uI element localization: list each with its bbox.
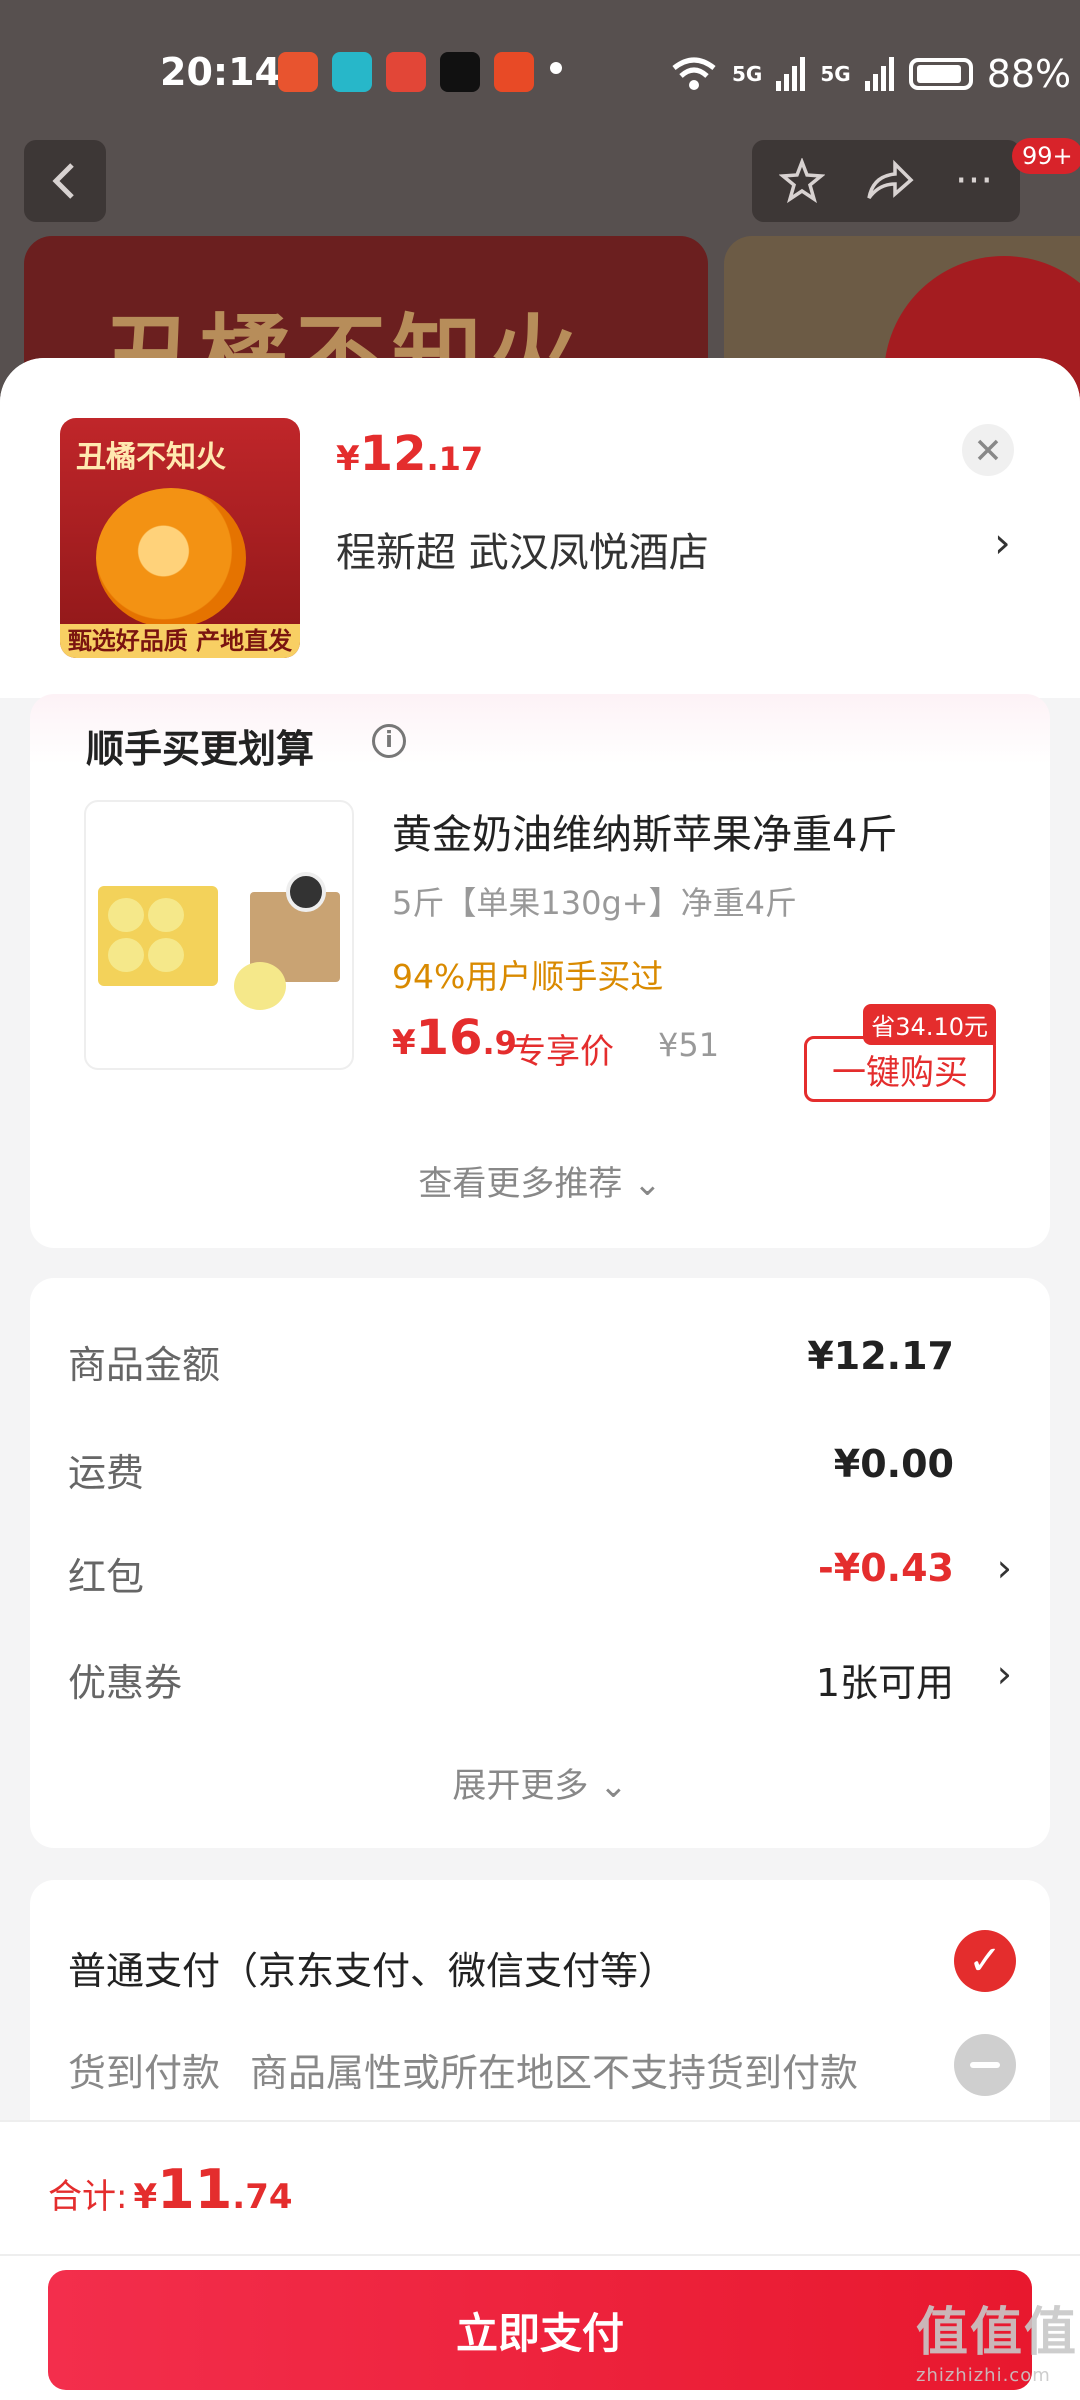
order-header: 丑橘不知火 甄选好品质 产地直发 ¥12.17 程新超 武汉凤悦酒店 ›	[0, 358, 1080, 698]
apple	[108, 898, 144, 932]
app-notification-icon	[494, 52, 534, 92]
checkmark-icon[interactable]: ✓	[954, 1930, 1016, 1992]
summary-row-goods: 商品金额 ¥12.17	[68, 1334, 1012, 1389]
signal-icon	[864, 57, 894, 91]
close-icon	[977, 439, 999, 461]
summary-row-coupon[interactable]: 优惠券 1张可用 ›	[68, 1652, 1012, 1707]
top-actions: ···	[752, 140, 1020, 222]
share-icon[interactable]	[865, 158, 915, 204]
delivery-address[interactable]: 程新超 武汉凤悦酒店	[336, 520, 709, 578]
pay-now-button[interactable]: 立即支付	[48, 2270, 1032, 2390]
watermark-main: 值值值	[916, 2303, 1079, 2363]
apple	[108, 938, 144, 972]
price-decimal: .17	[426, 440, 484, 478]
thumbnail-caption: 甄选好品质 产地直发	[60, 624, 300, 658]
battery-icon	[908, 58, 973, 90]
apple	[148, 898, 184, 932]
recommendation-card: 顺手买更划算 i 黄金奶油维纳斯苹果净重4斤 5斤【单果130g+】净重4斤 9…	[30, 694, 1050, 1248]
currency-symbol: ¥	[133, 2177, 158, 2217]
product-price: ¥12.17	[336, 426, 483, 482]
close-button[interactable]	[962, 424, 1014, 476]
chevron-right-icon[interactable]: ›	[997, 1652, 1012, 1696]
quick-buy: 省34.10元 一键购买	[804, 1004, 996, 1104]
product-thumbnail: 丑橘不知火 甄选好品质 产地直发	[60, 418, 300, 658]
info-icon[interactable]: i	[372, 724, 406, 758]
orange-image	[96, 488, 246, 628]
thumbnail-title: 丑橘不知火	[76, 440, 226, 475]
payment-option-cod: 货到付款 商品属性或所在地区不支持货到付款	[68, 2042, 858, 2097]
summary-row-shipping: 运费 ¥0.00	[68, 1442, 1012, 1497]
more-recommendations-link[interactable]: 查看更多推荐 ⌄	[30, 1156, 1050, 1205]
summary-value: ¥12.17	[807, 1334, 954, 1378]
app-notification-icon	[386, 52, 426, 92]
total-decimal: .74	[232, 2177, 293, 2217]
purchase-rate-text: 94%用户顺手买过	[392, 957, 664, 996]
disabled-radio-icon	[954, 2034, 1016, 2096]
wifi-icon	[672, 57, 716, 90]
exclusive-price-label: 专享价	[512, 1032, 614, 1072]
back-button[interactable]	[24, 140, 106, 222]
recommend-item-price: ¥16.9	[392, 1010, 517, 1066]
site-watermark: 值值值 zhizhizhi.com	[916, 2290, 1078, 2386]
apple	[148, 938, 184, 972]
recommendation-title: 顺手买更划算	[86, 727, 315, 771]
summary-label: 优惠券	[68, 1661, 183, 1705]
signal-icon	[776, 57, 806, 91]
tiktok-icon	[440, 52, 480, 92]
total-integer: 11	[157, 2158, 233, 2221]
expand-more-link[interactable]: 展开更多 ⌄	[30, 1758, 1050, 1807]
summary-row-red-packet[interactable]: 红包 -¥0.43 ›	[68, 1546, 1012, 1601]
app-notification-icon	[278, 52, 318, 92]
cod-note: 商品属性或所在地区不支持货到付款	[250, 2051, 859, 2095]
apple-slice	[286, 872, 326, 912]
recommend-item-name[interactable]: 黄金奶油维纳斯苹果净重4斤	[392, 802, 897, 860]
summary-label: 商品金额	[68, 1343, 221, 1387]
recommend-item-spec: 5斤【单果130g+】净重4斤	[392, 884, 797, 922]
chevron-right-icon[interactable]: ›	[994, 518, 1011, 567]
star-icon[interactable]	[778, 158, 825, 204]
network-type: 5G	[732, 62, 763, 86]
currency-symbol: ¥	[336, 439, 360, 479]
more-notifications-dot	[550, 62, 562, 74]
apple	[234, 962, 286, 1010]
status-time: 20:14	[160, 50, 281, 94]
savings-badge: 省34.10元	[863, 1004, 996, 1045]
payment-option-normal[interactable]: 普通支付（京东支付、微信支付等）	[68, 1940, 676, 1995]
battery-level: 88%	[986, 52, 1072, 96]
app-notification-icon	[332, 52, 372, 92]
more-icon[interactable]: ···	[955, 161, 993, 201]
chevron-left-icon	[52, 163, 74, 199]
network-type: 5G	[820, 62, 851, 86]
message-count-badge: 99+	[1012, 138, 1080, 174]
checkout-sheet: 丑橘不知火 甄选好品质 产地直发 ¥12.17 程新超 武汉凤悦酒店 › 顺手买…	[0, 358, 1080, 2400]
divider	[0, 2254, 1080, 2256]
status-bar: 20:14 5G 5G 88%	[0, 40, 1080, 110]
total-label: 合计:	[48, 2177, 128, 2217]
chevron-right-icon[interactable]: ›	[997, 1546, 1012, 1590]
summary-value: 1张可用	[815, 1661, 954, 1705]
apple-product-image[interactable]	[84, 800, 354, 1070]
original-price: ¥51	[658, 1026, 720, 1064]
currency-symbol: ¥	[392, 1023, 416, 1063]
summary-label: 红包	[68, 1555, 145, 1599]
summary-label: 运费	[68, 1451, 145, 1495]
price-integer: 16	[415, 1010, 483, 1066]
summary-value: ¥0.00	[833, 1442, 954, 1486]
notification-icons	[278, 52, 534, 92]
order-summary-card: 商品金额 ¥12.17 运费 ¥0.00 红包 -¥0.43 › 优惠券 1张可…	[30, 1278, 1050, 1848]
price-integer: 12	[359, 426, 427, 482]
watermark-sub: zhizhizhi.com	[916, 2365, 1051, 2386]
summary-value: -¥0.43	[818, 1546, 954, 1590]
one-click-buy-button[interactable]: 一键购买	[804, 1036, 996, 1102]
product-page-backdrop: 20:14 5G 5G 88% ··· 99+	[0, 0, 1080, 436]
order-total: 合计: ¥11.74	[48, 2158, 293, 2221]
cod-label: 货到付款	[68, 2051, 221, 2095]
